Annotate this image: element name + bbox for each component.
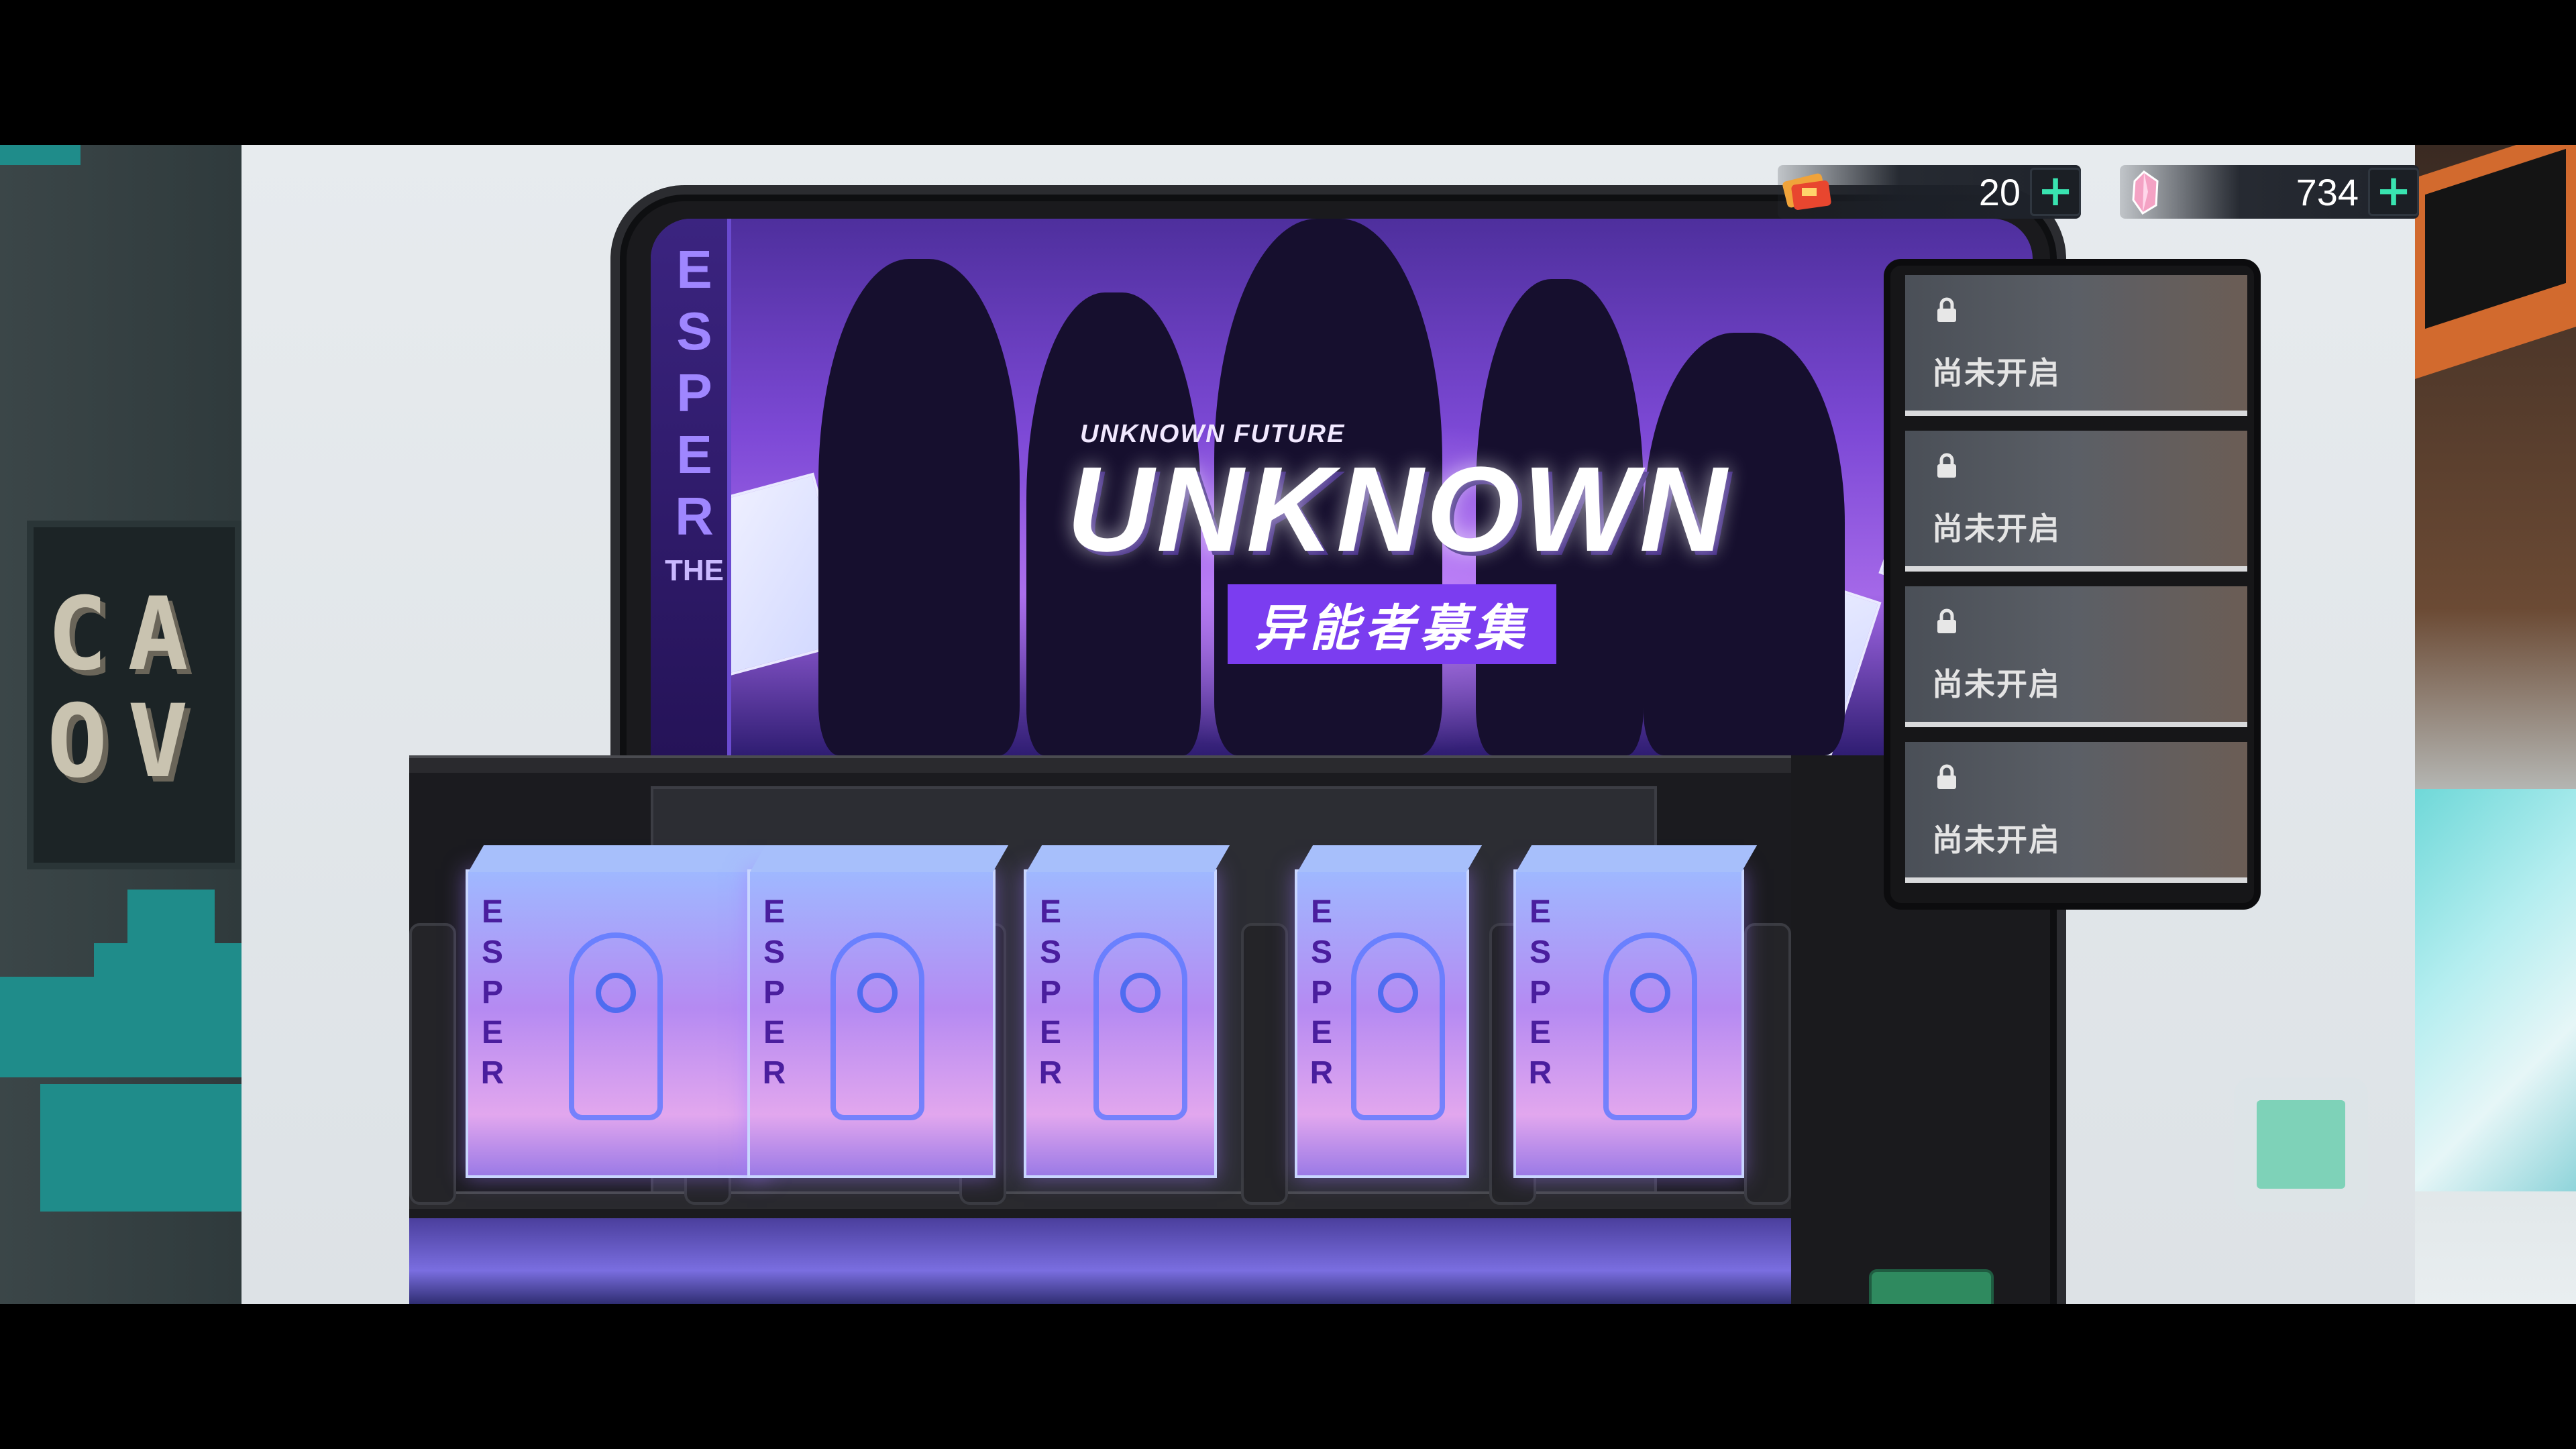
card-pack-box[interactable]: ESPER — [1295, 845, 1483, 1178]
shelf-partition — [1744, 923, 1791, 1205]
slot-label: 尚未开启 — [1932, 355, 2061, 391]
game-scene: CA OV ESPER THE UNKNOWN FUTURE UNKNOWN 异… — [0, 145, 2576, 1304]
pink-crystal-icon — [2120, 165, 2180, 219]
box-spine-text: ESPER — [762, 894, 786, 1091]
shelf-partition — [1241, 923, 1288, 1205]
lock-icon — [1932, 762, 1962, 792]
green-tag — [1869, 1269, 1994, 1304]
crystal-currency: 734 + — [2120, 165, 2419, 219]
box-spine-text: ESPER — [1038, 894, 1063, 1091]
box-top — [1026, 845, 1230, 872]
shelf-divider — [409, 1191, 1791, 1209]
wall-tile — [0, 977, 94, 1077]
corner-button-icon — [2257, 1100, 2345, 1189]
wall-tile — [40, 1084, 241, 1212]
box-top — [1297, 845, 1483, 872]
left-wall: CA OV — [0, 145, 241, 1304]
box-eye-icon — [1630, 973, 1670, 1013]
box-top — [750, 845, 1009, 872]
locked-slot[interactable]: 尚未开启 — [1905, 431, 2247, 572]
ticket-icon — [1778, 165, 1838, 219]
box-emblem-icon — [830, 932, 924, 1120]
lock-icon — [1932, 451, 1962, 480]
locked-slot[interactable]: 尚未开启 — [1905, 586, 2247, 727]
box-spine-text: ESPER — [1309, 894, 1334, 1091]
add-ticket-button[interactable]: + — [2030, 168, 2081, 216]
lower-shelf-items — [409, 1218, 1791, 1304]
locked-slot[interactable]: 尚未开启 — [1905, 275, 2247, 416]
card-pack-box[interactable]: ESPER — [1513, 845, 1758, 1178]
box-top — [468, 845, 781, 872]
card-pack-box[interactable]: ESPER — [466, 845, 781, 1178]
box-top — [1516, 845, 1758, 872]
banner-side-strip: ESPER THE — [651, 219, 731, 755]
box-emblem-icon — [569, 932, 663, 1120]
wall-tile — [127, 890, 215, 943]
right-crystals — [2415, 789, 2576, 1191]
crystal-count: 734 — [2296, 171, 2359, 213]
lock-icon — [1932, 606, 1962, 636]
banner-side-text: ESPER — [675, 239, 714, 546]
box-eye-icon — [1378, 973, 1418, 1013]
slot-label: 尚未开启 — [1932, 511, 2061, 547]
banner-side-sub: THE — [665, 554, 724, 587]
shelf-partition — [409, 923, 456, 1205]
box-spine-text: ESPER — [1528, 894, 1552, 1091]
lock-icon — [1932, 295, 1962, 325]
box-emblem-icon — [1093, 932, 1187, 1120]
arcade-poster: CA OV — [27, 521, 241, 869]
poster-text: CA OV — [47, 576, 209, 800]
card-pack-box[interactable]: ESPER — [1024, 845, 1230, 1178]
box-emblem-icon — [1603, 932, 1697, 1120]
locked-slots-panel: 尚未开启 尚未开启 尚未开启 尚未开启 — [1884, 259, 2261, 910]
card-pack-box[interactable]: ESPER — [747, 845, 1009, 1178]
box-eye-icon — [857, 973, 898, 1013]
locked-slot[interactable]: 尚未开启 — [1905, 742, 2247, 883]
letterbox-bottom — [0, 1304, 2576, 1449]
banner-title: UNKNOWN — [1067, 442, 1729, 577]
ticket-count: 20 — [1978, 171, 2021, 213]
character-silhouette — [818, 259, 1020, 755]
box-eye-icon — [1120, 973, 1161, 1013]
add-crystal-button[interactable]: + — [2368, 168, 2419, 216]
slot-label: 尚未开启 — [1932, 822, 2061, 858]
wall-tile — [94, 943, 241, 1077]
box-eye-icon — [596, 973, 636, 1013]
box-spine-text: ESPER — [480, 894, 504, 1091]
letterbox-top — [0, 0, 2576, 145]
wall-tile — [0, 145, 80, 165]
shelf-divider — [409, 755, 1791, 773]
banner-subtitle: 异能者募集 — [1228, 584, 1556, 664]
slot-label: 尚未开启 — [1932, 666, 2061, 702]
corner-action-button[interactable] — [2234, 1077, 2368, 1212]
ticket-currency: 20 + — [1778, 165, 2081, 219]
box-emblem-icon — [1351, 932, 1445, 1120]
recruit-banner[interactable]: ESPER THE UNKNOWN FUTURE UNKNOWN 异能者募集 — [651, 219, 2033, 755]
